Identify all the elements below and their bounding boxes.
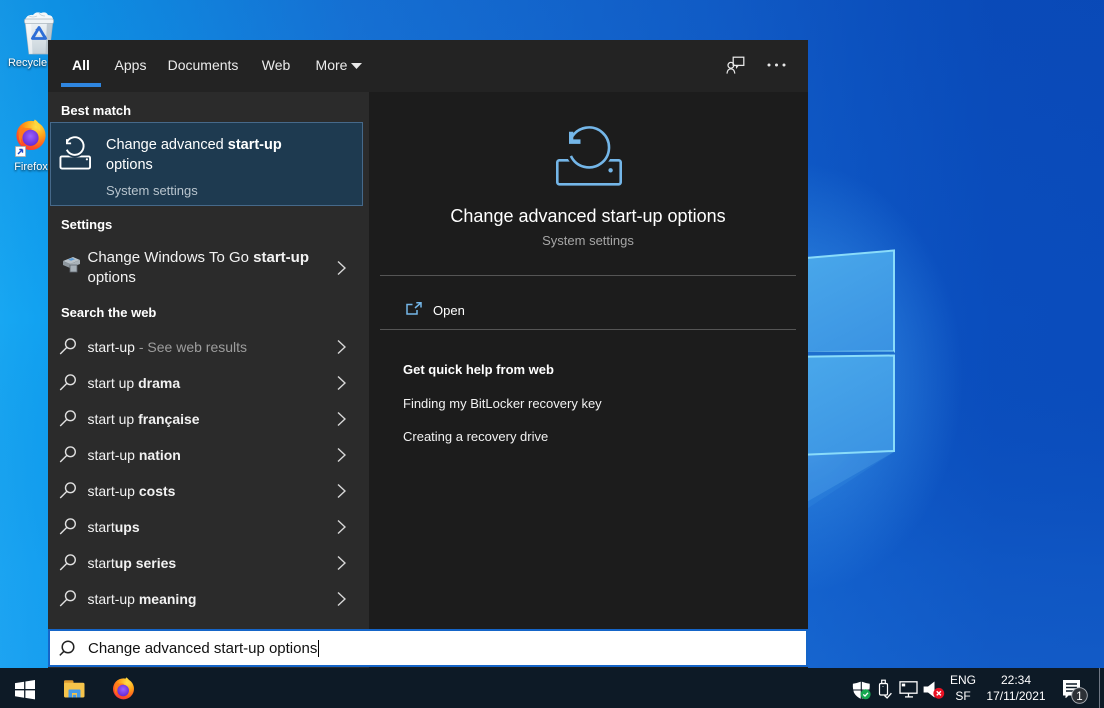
svg-text:1: 1 bbox=[1076, 691, 1082, 703]
